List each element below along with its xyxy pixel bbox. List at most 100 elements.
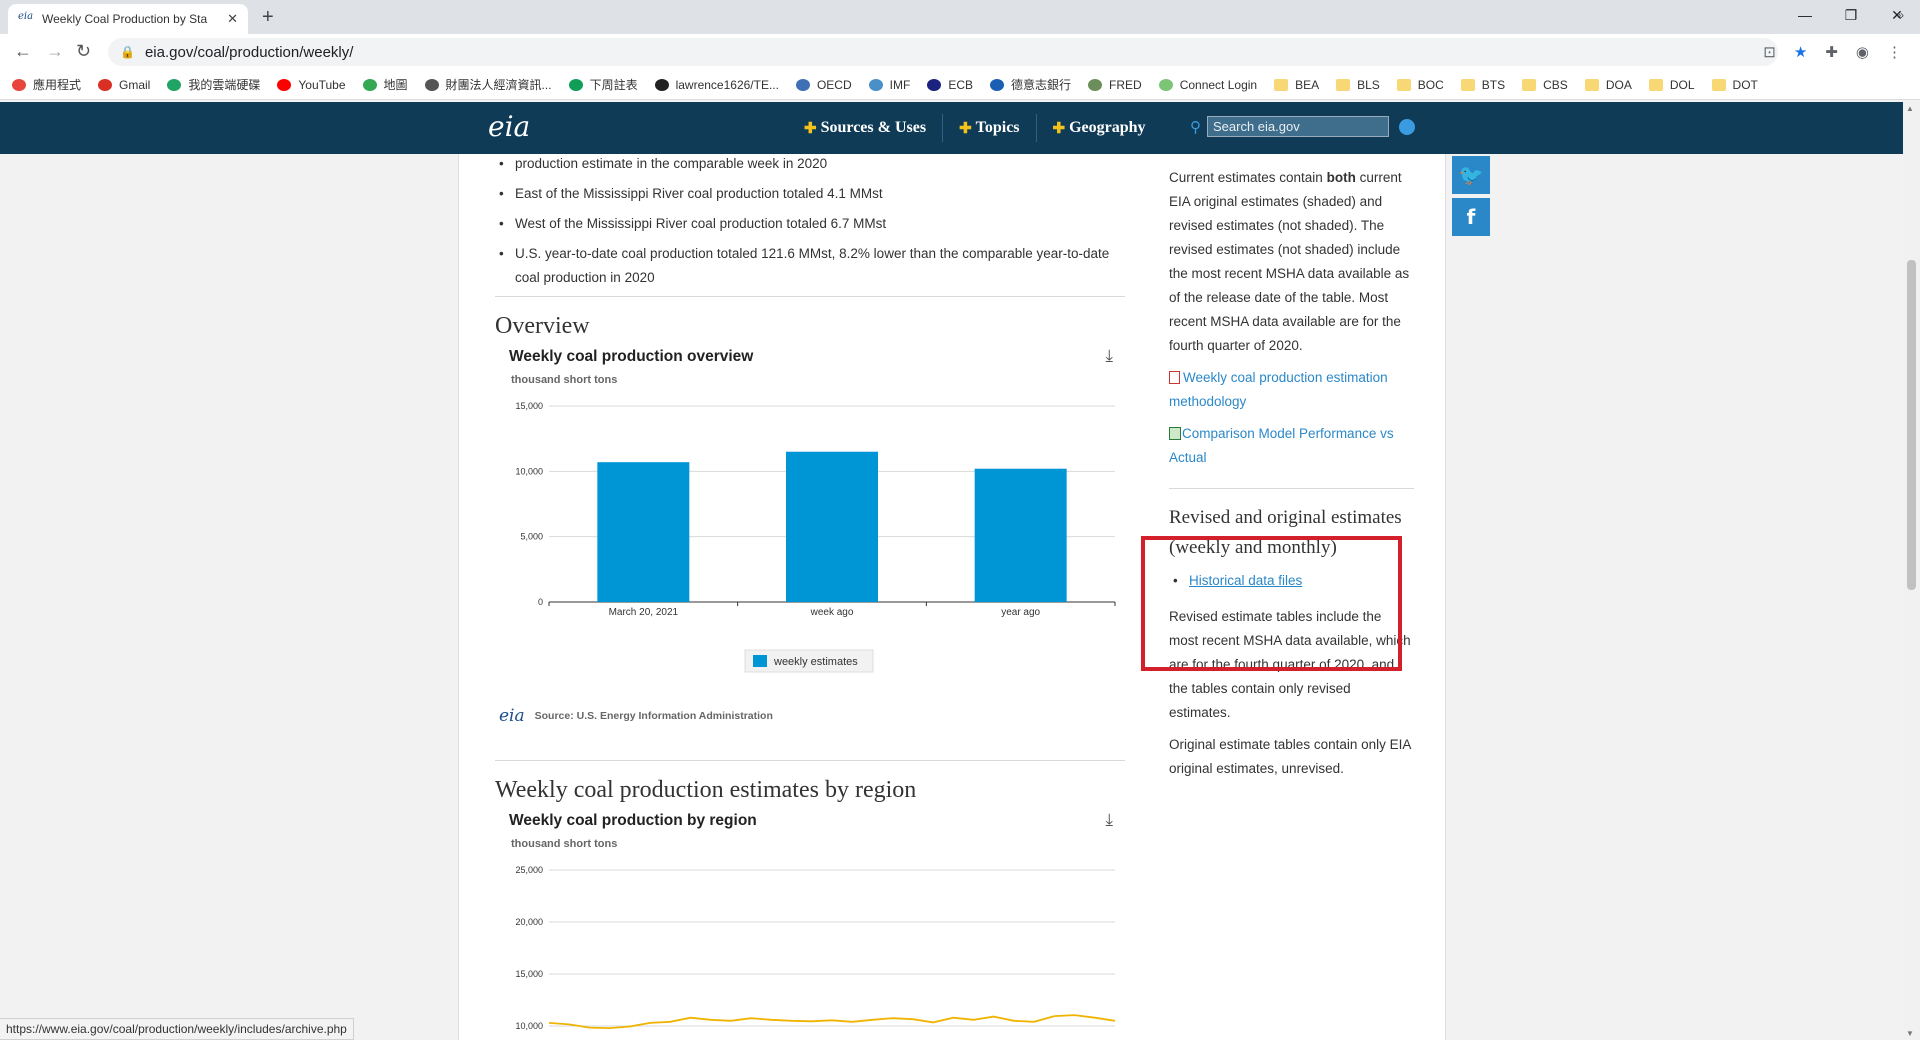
- overview-heading: Overview: [495, 313, 590, 339]
- scrollbar[interactable]: ▲ ▼: [1903, 102, 1920, 1040]
- back-arrow-icon[interactable]: ←: [14, 41, 32, 62]
- plus-icon: ✚: [959, 120, 972, 137]
- bookmark-item[interactable]: BOC: [1396, 78, 1444, 92]
- bookmark-item[interactable]: DOA: [1584, 78, 1632, 92]
- bookmark-item[interactable]: BEA: [1274, 78, 1319, 92]
- chart-title: Weekly coal production by region: [509, 812, 757, 829]
- nav-topics[interactable]: ✚ Topics: [942, 114, 1035, 142]
- main-nav: ✚ Sources & Uses ✚ Topics ✚ Geography: [788, 102, 1162, 154]
- translate-icon[interactable]: ⊡: [1763, 43, 1776, 61]
- folder-icon: [1396, 78, 1411, 91]
- y-tick-label: 25,000: [515, 865, 543, 875]
- list-item: production estimate in the comparable we…: [495, 154, 1125, 176]
- pdf-icon: [1169, 371, 1180, 384]
- browser-tab[interactable]: eia Weekly Coal Production by Sta ✕: [8, 4, 248, 34]
- bookmark-item[interactable]: YouTube: [277, 77, 346, 92]
- bookmark-item[interactable]: 下周註表: [568, 76, 638, 93]
- social-share: 🐦 f: [1452, 156, 1490, 240]
- bookmark-favicon-icon: [167, 78, 182, 91]
- toolbar-right-icons: ⊡ ★ ✚ ◉ ⋮: [1763, 43, 1902, 61]
- download-icon[interactable]: ⤓: [1105, 810, 1113, 830]
- comparison-link[interactable]: Comparison Model Performance vs Actual: [1169, 422, 1414, 470]
- nav-sources-uses[interactable]: ✚ Sources & Uses: [788, 114, 942, 142]
- text-bold: both: [1326, 170, 1356, 185]
- menu-kebab-icon[interactable]: ⋮: [1887, 43, 1902, 61]
- bookmark-favicon-icon: [568, 78, 583, 91]
- folder-icon: [1460, 78, 1475, 91]
- methodology-link[interactable]: Weekly coal production estimation method…: [1169, 366, 1414, 414]
- bookmark-item[interactable]: 財團法人經濟資訊...: [424, 76, 552, 93]
- bookmark-label: YouTube: [298, 77, 346, 92]
- chart-title: Weekly coal production overview: [509, 348, 754, 365]
- bookmark-label: ECB: [948, 77, 973, 92]
- eia-favicon-icon: eia: [18, 11, 34, 22]
- restore-icon[interactable]: ❐: [1828, 0, 1874, 30]
- bookmark-label: FRED: [1109, 77, 1142, 92]
- bookmark-favicon-icon: [277, 78, 292, 91]
- bookmark-item[interactable]: IMF: [868, 78, 910, 92]
- bookmark-favicon-icon: [990, 78, 1004, 91]
- search-submit-button[interactable]: [1399, 118, 1415, 135]
- bookmark-item[interactable]: BTS: [1460, 77, 1506, 92]
- bookmark-item[interactable]: DOT: [1711, 77, 1758, 92]
- bookmark-favicon-icon: [795, 78, 810, 91]
- bookmark-item[interactable]: ECB: [927, 78, 973, 92]
- scroll-up-icon[interactable]: ▲: [1906, 104, 1914, 113]
- spreadsheet-icon: [1169, 427, 1181, 440]
- bookmark-item[interactable]: 應用程式: [12, 76, 81, 93]
- plus-icon: ✚: [1052, 120, 1066, 137]
- list-item: U.S. year-to-date coal production totale…: [495, 242, 1125, 290]
- bookmark-item[interactable]: Connect Login: [1158, 78, 1257, 92]
- forward-arrow-icon[interactable]: →: [46, 41, 64, 62]
- reload-icon[interactable]: ↻: [76, 41, 91, 62]
- bookmark-label: OECD: [816, 77, 852, 92]
- bookmark-label: BTS: [1481, 77, 1506, 92]
- minimize-icon[interactable]: —: [1782, 0, 1828, 30]
- bookmark-item[interactable]: FRED: [1088, 78, 1142, 92]
- bookmark-label: CBS: [1543, 77, 1568, 92]
- search-input[interactable]: [1207, 116, 1389, 137]
- link-label: Weekly coal production estimation method…: [1169, 370, 1388, 409]
- folder-icon: [1648, 78, 1663, 91]
- bookmark-item[interactable]: CBS: [1522, 78, 1568, 92]
- bookmark-item[interactable]: 我的雲端硬碟: [167, 76, 260, 93]
- nav-geography[interactable]: ✚ Geography: [1035, 114, 1162, 142]
- bookmark-item[interactable]: Gmail: [98, 78, 150, 92]
- scrollbar-thumb[interactable]: [1907, 260, 1916, 590]
- bookmark-label: 下周註表: [589, 78, 638, 92]
- bookmark-item[interactable]: BLS: [1336, 78, 1380, 92]
- bookmark-label: DOT: [1732, 77, 1758, 92]
- new-tab-icon[interactable]: +: [262, 6, 274, 29]
- extensions-icon[interactable]: ✚: [1825, 43, 1838, 61]
- bookmark-item[interactable]: OECD: [795, 77, 852, 92]
- tab-title: Weekly Coal Production by Sta: [42, 12, 208, 26]
- y-tick-label: 15,000: [515, 401, 543, 411]
- bookmark-item[interactable]: 德意志銀行: [990, 76, 1071, 93]
- summary-list: production estimate in the comparable we…: [495, 154, 1125, 290]
- folder-icon: [1274, 78, 1289, 91]
- region-heading: Weekly coal production estimates by regi…: [495, 777, 917, 803]
- y-tick-label: 10,000: [515, 466, 543, 476]
- bookmark-favicon-icon: [98, 78, 113, 91]
- divider: [495, 760, 1125, 761]
- site-search: ⚲: [1190, 116, 1415, 137]
- bookmark-label: 應用程式: [33, 78, 82, 92]
- close-tab-icon[interactable]: ✕: [227, 11, 238, 27]
- bookmarks-overflow-icon[interactable]: »: [1897, 8, 1904, 22]
- profile-avatar-icon[interactable]: ◉: [1856, 43, 1869, 61]
- eia-logo[interactable]: eia: [488, 110, 530, 143]
- x-tick-label: year ago: [1001, 607, 1040, 618]
- download-icon[interactable]: ⤓: [1105, 346, 1113, 366]
- bookmark-star-icon[interactable]: ★: [1794, 43, 1807, 61]
- scroll-down-icon[interactable]: ▼: [1906, 1029, 1914, 1038]
- y-tick-label: 0: [538, 597, 543, 607]
- bookmark-item[interactable]: 地圖: [362, 76, 408, 93]
- twitter-icon[interactable]: 🐦: [1452, 156, 1490, 194]
- legend-swatch: [753, 655, 767, 667]
- link-label: Comparison Model Performance vs Actual: [1169, 426, 1394, 465]
- bookmark-item[interactable]: lawrence1626/TE...: [654, 78, 779, 92]
- facebook-icon[interactable]: f: [1452, 198, 1490, 236]
- bar: [974, 468, 1067, 602]
- address-bar[interactable]: 🔒 eia.gov/coal/production/weekly/: [108, 38, 1778, 66]
- bookmark-item[interactable]: DOL: [1648, 78, 1695, 92]
